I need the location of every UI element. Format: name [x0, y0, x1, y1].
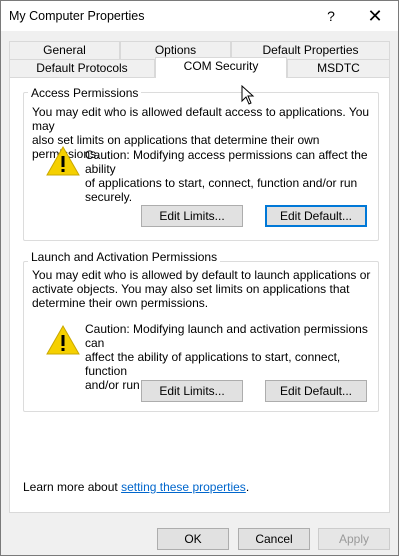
tab-com-security[interactable]: COM Security: [155, 57, 287, 78]
tab-label: Default Protocols: [36, 61, 128, 75]
launch-edit-limits-button[interactable]: Edit Limits...: [141, 380, 243, 402]
tab-label: General: [43, 43, 86, 57]
tab-label: COM Security: [183, 59, 259, 73]
access-caution-line: of applications to start, connect, funct…: [85, 176, 358, 190]
launch-description-line: determine their own permissions.: [32, 296, 209, 310]
tab-msdtc[interactable]: MSDTC: [287, 59, 390, 77]
mouse-cursor-icon: [241, 85, 255, 105]
launch-edit-default-button[interactable]: Edit Default...: [265, 380, 367, 402]
ok-button[interactable]: OK: [157, 528, 229, 550]
learn-more-suffix: .: [245, 480, 250, 494]
launch-description-line: You may edit who is allowed by default t…: [32, 268, 371, 282]
warning-icon: [46, 325, 80, 355]
tab-label: MSDTC: [317, 61, 360, 75]
close-icon[interactable]: ✕: [361, 1, 389, 31]
learn-more-text: Learn more about setting these propertie…: [23, 480, 249, 494]
tab-general[interactable]: General: [9, 41, 120, 59]
tab-label: Default Properties: [262, 43, 359, 57]
tab-default-protocols[interactable]: Default Protocols: [9, 59, 155, 77]
help-icon[interactable]: ?: [317, 1, 345, 31]
launch-description-line: activate objects. You may also set limit…: [32, 282, 350, 296]
access-edit-limits-button[interactable]: Edit Limits...: [141, 205, 243, 227]
window-title: My Computer Properties: [9, 9, 145, 23]
launch-permissions-title: Launch and Activation Permissions: [28, 250, 221, 264]
launch-description: You may edit who is allowed by default t…: [32, 268, 382, 310]
access-caution-line: Caution: Modifying access permissions ca…: [85, 148, 368, 176]
cancel-button[interactable]: Cancel: [238, 528, 310, 550]
apply-button[interactable]: Apply: [318, 528, 390, 550]
access-edit-default-button[interactable]: Edit Default...: [265, 205, 367, 227]
title-bar: My Computer Properties ? ✕: [1, 1, 398, 31]
com-security-panel: Access Permissions You may edit who is a…: [9, 77, 390, 513]
dialog-window: My Computer Properties ? ✕ General Optio…: [0, 0, 399, 556]
access-description-line: You may edit who is allowed default acce…: [32, 105, 370, 133]
tab-label: Options: [154, 43, 197, 57]
launch-caution-line: affect the ability of applications to st…: [85, 350, 341, 378]
learn-more-prefix: Learn more about: [23, 480, 122, 494]
launch-caution-line: Caution: Modifying launch and activation…: [85, 322, 368, 350]
access-permissions-title: Access Permissions: [28, 86, 142, 100]
access-caution-text: Caution: Modifying access permissions ca…: [85, 148, 385, 204]
access-caution-line: securely.: [85, 190, 133, 204]
setting-properties-link[interactable]: setting these properties: [121, 480, 246, 494]
warning-icon: [46, 146, 80, 176]
